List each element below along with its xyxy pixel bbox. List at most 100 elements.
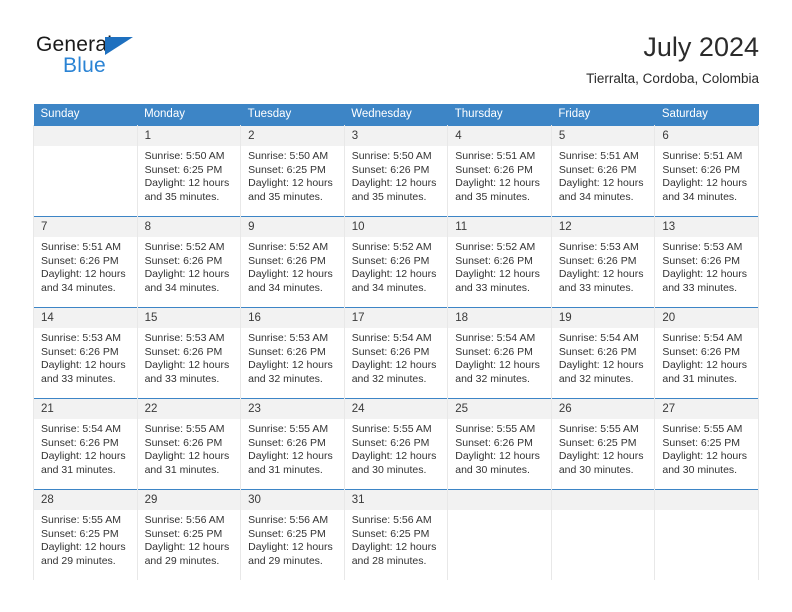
calendar-day-cell[interactable]: 15 Sunrise: 5:53 AM Sunset: 6:26 PM Dayligh… [136, 307, 242, 399]
daylight-text-line2: and 32 minutes. [351, 372, 427, 385]
page-title: July 2024 [643, 32, 759, 62]
day-cell-inner: 14 Sunrise: 5:53 AM Sunset: 6:26 PM Dayligh… [34, 308, 137, 398]
calendar-day-cell[interactable]: 26 Sunrise: 5:55 AM Sunset: 6:25 PM Dayligh… [550, 398, 656, 490]
day-info: Sunrise: 5:53 AM Sunset: 6:26 PM Daylight:… [655, 237, 758, 295]
calendar-day-cell[interactable]: 13 Sunrise: 5:53 AM Sunset: 6:26 PM Dayligh… [654, 216, 759, 308]
sunset-text: Sunset: 6:26 PM [41, 254, 119, 267]
daylight-text-line2: and 33 minutes. [662, 281, 738, 294]
calendar-day-cell-empty [654, 489, 759, 580]
day-cell-inner: 20 Sunrise: 5:54 AM Sunset: 6:26 PM Dayligh… [655, 308, 758, 398]
day-info: Sunrise: 5:52 AM Sunset: 6:26 PM Daylight:… [448, 237, 551, 295]
day-number: 2 [241, 126, 344, 146]
day-cell-inner: 29 Sunrise: 5:56 AM Sunset: 6:25 PM Dayligh… [137, 490, 241, 580]
calendar-day-cell[interactable]: 18 Sunrise: 5:54 AM Sunset: 6:26 PM Dayligh… [447, 307, 552, 399]
sunrise-text: Sunrise: 5:55 AM [144, 423, 225, 435]
daylight-text-line2: and 34 minutes. [662, 190, 738, 203]
calendar-day-cell[interactable]: 25 Sunrise: 5:55 AM Sunset: 6:26 PM Dayligh… [447, 398, 552, 490]
day-cell-inner [448, 490, 551, 580]
calendar-day-cell[interactable]: 21 Sunrise: 5:54 AM Sunset: 6:26 PM Dayligh… [33, 398, 138, 490]
calendar-day-cell[interactable]: 9 Sunrise: 5:52 AM Sunset: 6:26 PM Daylight… [240, 216, 345, 308]
day-number: 6 [655, 126, 758, 146]
day-info: Sunrise: 5:53 AM Sunset: 6:26 PM Daylight:… [552, 237, 655, 295]
calendar-day-cell[interactable]: 19 Sunrise: 5:54 AM Sunset: 6:26 PM Dayligh… [550, 307, 656, 399]
daylight-text-line2: and 34 minutes. [41, 281, 116, 294]
day-cell-inner: 10 Sunrise: 5:52 AM Sunset: 6:26 PM Dayligh… [344, 217, 448, 307]
calendar-day-cell[interactable]: 16 Sunrise: 5:53 AM Sunset: 6:26 PM Dayligh… [240, 307, 345, 399]
calendar-day-cell[interactable]: 27 Sunrise: 5:55 AM Sunset: 6:25 PM Dayligh… [654, 398, 759, 490]
calendar-day-cell[interactable]: 3 Sunrise: 5:50 AM Sunset: 6:26 PM Daylight… [343, 125, 449, 217]
daylight-text-line2: and 34 minutes. [144, 281, 220, 294]
sunset-text: Sunset: 6:26 PM [558, 254, 637, 267]
day-info: Sunrise: 5:56 AM Sunset: 6:25 PM Daylight:… [345, 510, 448, 568]
calendar-day-cell[interactable]: 29 Sunrise: 5:56 AM Sunset: 6:25 PM Dayligh… [136, 489, 242, 580]
sunset-text: Sunset: 6:25 PM [558, 436, 637, 449]
day-number: 27 [655, 399, 758, 419]
calendar-day-cell[interactable]: 14 Sunrise: 5:53 AM Sunset: 6:26 PM Dayligh… [33, 307, 138, 399]
calendar-day-cell[interactable]: 28 Sunrise: 5:55 AM Sunset: 6:25 PM Dayligh… [33, 489, 138, 580]
day-cell-inner: 1 Sunrise: 5:50 AM Sunset: 6:25 PM Daylight… [137, 126, 241, 216]
calendar-day-cell[interactable]: 7 Sunrise: 5:51 AM Sunset: 6:26 PM Daylight… [33, 216, 138, 308]
sunrise-text: Sunrise: 5:54 AM [41, 423, 121, 435]
calendar-day-cell[interactable]: 4 Sunrise: 5:51 AM Sunset: 6:26 PM Daylight… [447, 125, 552, 217]
day-info: Sunrise: 5:51 AM Sunset: 6:26 PM Daylight:… [655, 146, 758, 204]
day-number: 10 [344, 217, 448, 237]
daylight-text-line1: Daylight: 12 hours [351, 359, 437, 372]
sunrise-text: Sunrise: 5:50 AM [144, 150, 225, 162]
day-number: 5 [551, 126, 655, 146]
calendar-day-cell[interactable]: 24 Sunrise: 5:55 AM Sunset: 6:26 PM Dayligh… [343, 398, 449, 490]
day-info: Sunrise: 5:54 AM Sunset: 6:26 PM Daylight:… [655, 328, 758, 386]
daylight-text-line2: and 29 minutes. [144, 554, 220, 567]
calendar-day-cell[interactable]: 8 Sunrise: 5:52 AM Sunset: 6:26 PM Daylight… [136, 216, 242, 308]
sunset-text: Sunset: 6:26 PM [351, 345, 430, 358]
day-number: 4 [448, 126, 551, 146]
day-cell-inner: 3 Sunrise: 5:50 AM Sunset: 6:26 PM Daylight… [344, 126, 448, 216]
calendar-day-cell[interactable]: 5 Sunrise: 5:51 AM Sunset: 6:26 PM Daylight… [550, 125, 656, 217]
calendar-day-cell[interactable]: 31 Sunrise: 5:56 AM Sunset: 6:25 PM Dayligh… [343, 489, 449, 580]
day-info: Sunrise: 5:53 AM Sunset: 6:26 PM Daylight:… [241, 328, 344, 386]
day-info: Sunrise: 5:52 AM Sunset: 6:26 PM Daylight:… [241, 237, 344, 295]
sunset-text: Sunset: 6:26 PM [455, 163, 533, 176]
calendar-day-cell[interactable]: 30 Sunrise: 5:56 AM Sunset: 6:25 PM Dayligh… [240, 489, 345, 580]
day-info: Sunrise: 5:51 AM Sunset: 6:26 PM Daylight:… [34, 237, 137, 295]
daylight-text-line1: Daylight: 12 hours [455, 177, 540, 190]
daylight-text-line2: and 35 minutes. [248, 190, 323, 203]
daylight-text-line1: Daylight: 12 hours [662, 268, 748, 281]
calendar-day-cell[interactable]: 2 Sunrise: 5:50 AM Sunset: 6:25 PM Daylight… [240, 125, 345, 217]
day-number: 28 [34, 490, 137, 510]
sunset-text: Sunset: 6:26 PM [248, 345, 326, 358]
daylight-text-line1: Daylight: 12 hours [144, 541, 230, 554]
daylight-text-line1: Daylight: 12 hours [248, 541, 333, 554]
daylight-text-line2: and 28 minutes. [351, 554, 427, 567]
calendar-day-cell[interactable]: 22 Sunrise: 5:55 AM Sunset: 6:26 PM Dayligh… [136, 398, 242, 490]
day-cell-inner: 19 Sunrise: 5:54 AM Sunset: 6:26 PM Dayligh… [551, 308, 655, 398]
sunrise-text: Sunrise: 5:52 AM [144, 241, 225, 253]
daylight-text-line1: Daylight: 12 hours [144, 268, 230, 281]
daylight-text-line1: Daylight: 12 hours [558, 450, 644, 463]
daylight-text-line2: and 35 minutes. [144, 190, 220, 203]
calendar-day-cell[interactable]: 6 Sunrise: 5:51 AM Sunset: 6:26 PM Daylight… [654, 125, 759, 217]
daylight-text-line2: and 34 minutes. [351, 281, 427, 294]
sunset-text: Sunset: 6:26 PM [248, 254, 326, 267]
sunrise-text: Sunrise: 5:56 AM [351, 514, 432, 526]
sunset-text: Sunset: 6:26 PM [558, 163, 637, 176]
calendar-day-cell[interactable]: 20 Sunrise: 5:54 AM Sunset: 6:26 PM Dayligh… [654, 307, 759, 399]
day-info: Sunrise: 5:51 AM Sunset: 6:26 PM Daylight:… [552, 146, 655, 204]
page-subtitle: Tierralta, Cordoba, Colombia [586, 71, 759, 86]
day-cell-inner: 13 Sunrise: 5:53 AM Sunset: 6:26 PM Dayligh… [655, 217, 758, 307]
sunrise-text: Sunrise: 5:51 AM [558, 150, 639, 162]
daylight-text-line2: and 30 minutes. [351, 463, 427, 476]
daylight-text-line1: Daylight: 12 hours [558, 177, 644, 190]
calendar-day-cell[interactable]: 17 Sunrise: 5:54 AM Sunset: 6:26 PM Dayligh… [343, 307, 449, 399]
calendar-day-cell[interactable]: 11 Sunrise: 5:52 AM Sunset: 6:26 PM Dayligh… [447, 216, 552, 308]
calendar-day-cell[interactable]: 1 Sunrise: 5:50 AM Sunset: 6:25 PM Daylight… [136, 125, 242, 217]
day-cell-inner: 2 Sunrise: 5:50 AM Sunset: 6:25 PM Daylight… [241, 126, 344, 216]
daylight-text-line1: Daylight: 12 hours [248, 177, 333, 190]
day-number: 23 [241, 399, 344, 419]
general-blue-logo[interactable]: General Blue [36, 34, 156, 88]
calendar-day-cell[interactable]: 23 Sunrise: 5:55 AM Sunset: 6:26 PM Dayligh… [240, 398, 345, 490]
daylight-text-line2: and 31 minutes. [248, 463, 323, 476]
day-info: Sunrise: 5:53 AM Sunset: 6:26 PM Daylight:… [34, 328, 137, 386]
calendar-day-cell[interactable]: 12 Sunrise: 5:53 AM Sunset: 6:26 PM Dayligh… [550, 216, 656, 308]
calendar-day-cell[interactable]: 10 Sunrise: 5:52 AM Sunset: 6:26 PM Dayligh… [343, 216, 449, 308]
day-info: Sunrise: 5:55 AM Sunset: 6:26 PM Daylight:… [138, 419, 241, 477]
